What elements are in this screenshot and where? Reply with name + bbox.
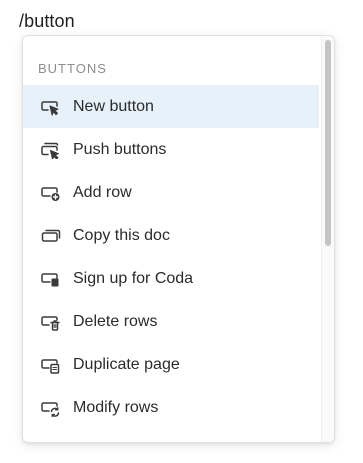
menu-item-modify-rows[interactable]: Modify rows (23, 386, 319, 429)
menu-item-label: Delete rows (73, 312, 158, 330)
menu-item-duplicate-page[interactable]: Duplicate page (23, 343, 319, 386)
copy-doc-icon (40, 227, 62, 245)
command-menu: BUTTONS New button Push buttons Add row … (22, 35, 335, 443)
menu-item-new-button[interactable]: New button (23, 85, 319, 128)
duplicate-page-icon (40, 356, 62, 374)
menu-items: New button Push buttons Add row Copy thi… (23, 85, 319, 429)
scrollbar-track[interactable] (321, 36, 334, 442)
button-cursor-icon (40, 98, 62, 116)
menu-item-label: New button (73, 97, 154, 115)
scrollbar-thumb[interactable] (325, 40, 331, 246)
menu-item-label: Add row (73, 183, 132, 201)
delete-rows-icon (40, 313, 62, 331)
section-header: BUTTONS (38, 61, 107, 76)
menu-item-label: Modify rows (73, 398, 159, 416)
menu-item-label: Push buttons (73, 140, 167, 158)
menu-item-sign-up-for-coda[interactable]: Sign up for Coda (23, 257, 319, 300)
menu-item-push-buttons[interactable]: Push buttons (23, 128, 319, 171)
menu-item-add-row[interactable]: Add row (23, 171, 319, 214)
menu-item-label: Sign up for Coda (73, 269, 194, 287)
menu-item-delete-rows[interactable]: Delete rows (23, 300, 319, 343)
command-input-text[interactable]: /button (19, 11, 75, 32)
add-row-icon (40, 184, 62, 202)
modify-rows-icon (40, 399, 62, 417)
sign-up-icon (40, 270, 62, 288)
push-buttons-icon (40, 141, 62, 159)
menu-item-label: Duplicate page (73, 355, 180, 373)
menu-item-copy-this-doc[interactable]: Copy this doc (23, 214, 319, 257)
menu-item-label: Copy this doc (73, 226, 170, 244)
